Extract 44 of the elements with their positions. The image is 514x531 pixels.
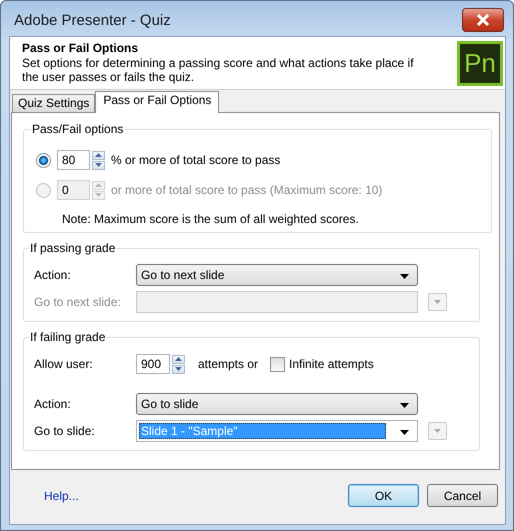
close-icon (476, 14, 490, 26)
caret-down-icon (434, 429, 441, 433)
header-title: Pass or Fail Options (22, 41, 140, 55)
close-button[interactable] (462, 8, 504, 32)
caret-down-icon (95, 163, 102, 167)
tab[interactable]: Quiz Settings (12, 94, 96, 112)
option-label: % or more of total score to pass (111, 153, 280, 167)
caret-up-icon (95, 153, 102, 157)
spin-up-button[interactable] (92, 150, 105, 160)
field-label: Action: (34, 268, 72, 282)
caret-up-icon (175, 357, 182, 361)
dropdown-button[interactable] (428, 422, 447, 440)
window-title: Adobe Presenter - Quiz (13, 11, 171, 29)
field-label: Action: (34, 397, 72, 411)
dropdown[interactable]: Go to slide (136, 393, 418, 415)
cancel-button[interactable]: Cancel (427, 484, 498, 507)
field-label: Go to next slide: (34, 295, 122, 309)
caret-down-icon (434, 300, 441, 304)
checkbox-label: Infinite attempts (289, 357, 374, 371)
field-label: Allow user: (34, 357, 94, 371)
spin-down-button[interactable] (172, 364, 185, 374)
caret-up-icon (95, 183, 102, 187)
number-field[interactable]: 80 (57, 150, 90, 170)
tab[interactable]: Pass or Fail Options (95, 91, 220, 113)
group-title: Pass/Fail options (31, 122, 124, 136)
caret-down-icon (95, 193, 102, 197)
help-link[interactable]: Help... (44, 488, 340, 502)
spin-up-button[interactable] (172, 354, 185, 364)
field-label: Go to slide: (34, 424, 96, 438)
radio-button[interactable] (36, 152, 51, 168)
spin-down-button[interactable] (92, 160, 105, 170)
header-description: Set options for determining a passing score and what actions take place if the user passes or fails the quiz. (22, 56, 415, 84)
ok-button[interactable]: OK (348, 484, 419, 507)
field-label: attempts or (198, 357, 258, 371)
dropdown-button[interactable] (428, 293, 447, 311)
group-title: If failing grade (29, 330, 106, 344)
note-text: Note: Maximum score is the sum of all weighted scores. (62, 212, 360, 226)
group-title: If passing grade (29, 241, 116, 255)
checkbox[interactable] (270, 356, 286, 372)
caret-down-icon (175, 367, 182, 371)
option-label: or more of total score to pass (Maximum score: 10) (111, 183, 382, 197)
dropdown[interactable]: Go to next slide (136, 264, 418, 286)
app-logo: Pn (457, 41, 503, 86)
number-field[interactable]: 900 (136, 354, 170, 374)
